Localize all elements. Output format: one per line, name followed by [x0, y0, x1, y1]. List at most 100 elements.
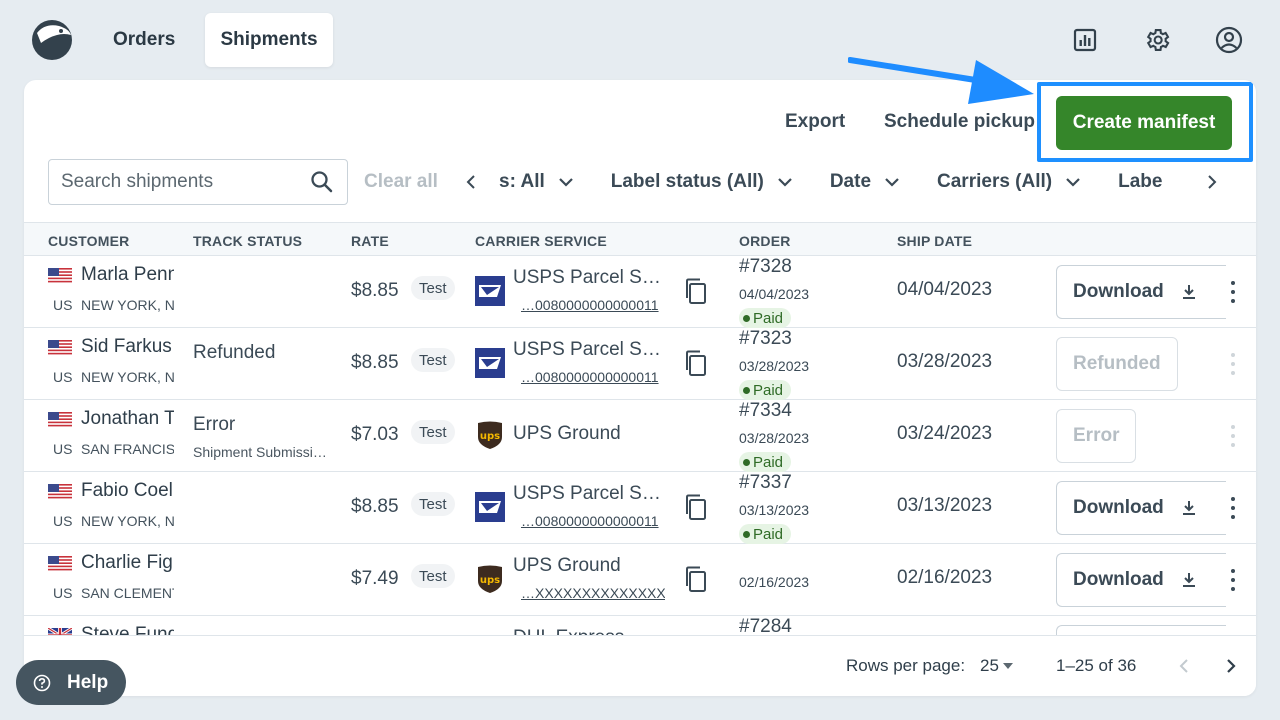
tracking-number-link[interactable]: …0080000000000011: [521, 369, 665, 385]
previous-page-icon[interactable]: [1172, 654, 1196, 678]
download-label-button[interactable]: [1056, 625, 1226, 635]
more-options-icon[interactable]: [1224, 278, 1242, 306]
rows-per-page-select[interactable]: 25: [980, 656, 1014, 676]
download-label: Download: [1073, 497, 1164, 518]
download-icon: [1182, 501, 1195, 515]
more-options-icon[interactable]: [1224, 566, 1242, 594]
order-number[interactable]: #7334: [739, 400, 792, 422]
caret-down-icon: [1002, 663, 1013, 669]
paid-status-badge: Paid: [739, 308, 792, 328]
download-label-button[interactable]: Download: [1056, 481, 1226, 535]
rate-value: $8.85: [351, 352, 399, 373]
rows-per-page-label: Rows per page:: [846, 656, 966, 675]
track-status-detail: Shipment Submission Failed: [193, 444, 333, 460]
next-page-icon[interactable]: [1219, 654, 1243, 678]
customer-name[interactable]: Fabio Coelho: [81, 480, 174, 502]
gear-icon[interactable]: [1141, 24, 1173, 56]
filter-date-label: Date: [829, 171, 872, 192]
help-label: Help: [67, 671, 109, 693]
ups-logo-icon: ups: [478, 421, 502, 449]
shipments-card: Export Schedule pickup Create manifest S…: [24, 80, 1256, 696]
customer-name[interactable]: Jonathan T: [81, 408, 174, 430]
table-row[interactable]: Steve Fung DHL Express Worldwide #7284: [24, 616, 1256, 635]
copy-icon[interactable]: [681, 564, 711, 594]
column-header-rate[interactable]: RATE: [351, 233, 389, 249]
clear-all-button[interactable]: Clear all: [364, 171, 438, 193]
copy-icon[interactable]: [681, 348, 711, 378]
copy-icon[interactable]: [681, 276, 711, 306]
schedule-pickup-button[interactable]: Schedule pickup: [884, 111, 1035, 133]
table-row[interactable]: Marla Penn US NEW YORK, NY $8.85 Test US…: [24, 256, 1256, 328]
order-number[interactable]: #7284: [739, 616, 792, 635]
paid-status-badge: Paid: [739, 380, 792, 400]
filter-label-truncated-label: Labe: [1118, 171, 1163, 192]
order-number[interactable]: #7337: [739, 472, 792, 494]
uk-flag-icon: [48, 628, 72, 635]
download-label-button[interactable]: Download: [1056, 553, 1226, 607]
filter-label-truncated[interactable]: Labe: [1118, 171, 1162, 193]
help-button[interactable]: Help: [16, 660, 126, 705]
filter-date[interactable]: Date: [830, 171, 899, 193]
customer-name[interactable]: Marla Penn: [81, 264, 174, 286]
filter-status[interactable]: s: All: [499, 171, 573, 193]
column-header-ship-date[interactable]: SHIP DATE: [897, 233, 972, 249]
usps-logo-icon: [475, 348, 505, 378]
chevron-right-icon[interactable]: [1202, 170, 1222, 194]
chevron-down-icon: [778, 177, 792, 187]
customer-country: US: [53, 369, 73, 385]
us-flag-icon: [48, 340, 72, 355]
order-date: 04/04/2023: [739, 286, 810, 302]
filter-label-status[interactable]: Label status (All): [611, 171, 792, 193]
column-header-carrier-service[interactable]: CARRIER SERVICE: [475, 233, 607, 249]
table-row[interactable]: Fabio Coelho US NEW YORK, NY $8.85 Test …: [24, 472, 1256, 544]
more-options-icon[interactable]: [1224, 494, 1242, 522]
filter-carriers[interactable]: Carriers (All): [937, 171, 1080, 193]
rate-value: $7.03: [351, 424, 399, 445]
us-flag-icon: [48, 556, 72, 571]
download-label-button[interactable]: Download: [1056, 265, 1226, 319]
rate-value: $8.85: [351, 280, 399, 301]
top-navigation: Orders Shipments: [0, 0, 1280, 80]
create-manifest-button[interactable]: Create manifest: [1056, 96, 1232, 150]
tracking-number-link[interactable]: …0080000000000011: [521, 297, 665, 313]
order-number[interactable]: #7323: [739, 328, 792, 350]
order-number[interactable]: #7328: [739, 256, 792, 278]
column-header-customer[interactable]: CUSTOMER: [48, 233, 129, 249]
order-date: 03/28/2023: [739, 430, 810, 446]
account-circle-icon[interactable]: [1213, 24, 1245, 56]
table-row[interactable]: Charlie Figueroa US SAN CLEMENTE $7.49 T…: [24, 544, 1256, 616]
bar-chart-icon[interactable]: [1069, 24, 1101, 56]
tab-orders[interactable]: Orders: [97, 13, 191, 67]
test-badge: Test: [411, 420, 455, 444]
carrier-service-name: UPS Ground: [513, 555, 621, 576]
filter-status-label: s: All: [499, 171, 545, 192]
download-label: Download: [1073, 569, 1164, 590]
customer-country: US: [53, 441, 73, 457]
error-button: Error: [1056, 409, 1137, 463]
export-button[interactable]: Export: [785, 111, 845, 133]
rate-value: $8.85: [351, 496, 399, 517]
table-row[interactable]: Sid Farkus US NEW YORK, NY Refunded $8.8…: [24, 328, 1256, 400]
filter-chip-strip: s: All Label status (All) Date Carriers …: [499, 160, 1189, 204]
tab-shipments[interactable]: Shipments: [205, 13, 333, 67]
search-input[interactable]: Search shipments: [48, 159, 348, 205]
column-header-track-status[interactable]: TRACK STATUS: [193, 233, 302, 249]
paid-status-badge: Paid: [739, 452, 792, 472]
copy-icon[interactable]: [681, 492, 711, 522]
chevron-left-icon[interactable]: [461, 170, 481, 194]
tracking-number-link[interactable]: …XXXXXXXXXXXXXXX: [521, 585, 665, 601]
column-header-order[interactable]: ORDER: [739, 233, 791, 249]
search-icon[interactable]: [309, 169, 335, 195]
tracking-number-link[interactable]: …0080000000000011: [521, 513, 665, 529]
track-status: Refunded: [193, 342, 276, 363]
test-badge: Test: [411, 276, 455, 300]
order-date: 03/13/2023: [739, 502, 810, 518]
paid-status-badge: Paid: [739, 524, 792, 544]
filter-label-status-label: Label status (All): [610, 171, 764, 192]
customer-name[interactable]: Steve Fung: [81, 624, 174, 635]
customer-name[interactable]: Sid Farkus: [81, 336, 174, 358]
table-row[interactable]: Jonathan T US SAN FRANCISCO Error Shipme…: [24, 400, 1256, 472]
customer-name[interactable]: Charlie Figueroa: [81, 552, 174, 574]
us-flag-icon: [48, 268, 72, 283]
app-logo-icon[interactable]: [31, 19, 75, 61]
